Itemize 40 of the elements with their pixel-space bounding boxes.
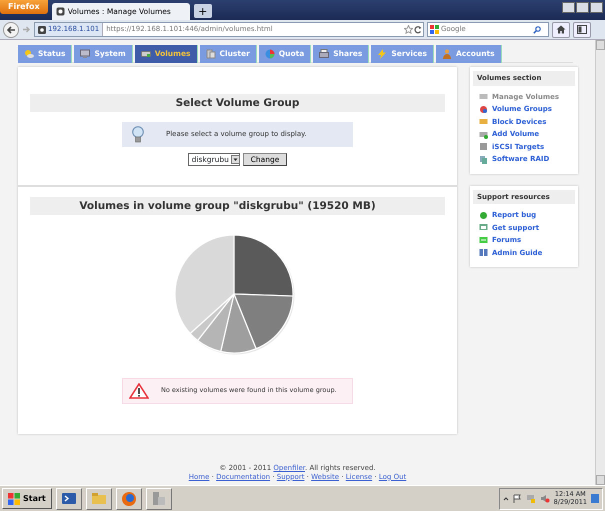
folder-icon [90, 491, 107, 506]
lightning-icon [377, 49, 388, 59]
monitor-icon [80, 49, 90, 59]
powershell-icon [60, 491, 77, 506]
bookmarks-icon [577, 25, 587, 34]
speaker-muted-icon[interactable] [540, 494, 550, 503]
close-button[interactable] [590, 2, 603, 13]
taskbar-button[interactable] [86, 488, 112, 510]
start-button[interactable]: Start [2, 488, 52, 509]
printer-icon [319, 49, 330, 59]
sun-cloud-icon [24, 49, 34, 59]
star-icon[interactable] [404, 25, 413, 34]
section-heading: Select Volume Group [30, 94, 445, 112]
site-identity-icon [38, 26, 46, 34]
search-icon [533, 26, 541, 34]
new-tab-button[interactable]: + [194, 4, 212, 18]
reload-icon[interactable] [413, 25, 423, 34]
minimize-button[interactable] [562, 2, 575, 13]
person-icon [442, 49, 452, 59]
folder-icon [479, 117, 488, 126]
home-icon [556, 25, 566, 34]
page-icon [56, 7, 65, 16]
search-engine-icon [430, 25, 439, 34]
bookmarks-button[interactable] [573, 22, 591, 38]
home-button[interactable] [552, 22, 570, 38]
maximize-button[interactable] [576, 2, 589, 13]
taskbar-button[interactable] [56, 488, 82, 510]
windows-logo-icon [8, 492, 20, 504]
add-drive-icon [479, 130, 488, 139]
back-arrow-icon [6, 24, 16, 34]
pie-icon [264, 49, 275, 59]
warning-icon [129, 383, 149, 399]
copy-icon [479, 154, 488, 164]
section-heading: Volumes in volume group "diskgrubu" (19520 MB) [30, 197, 445, 215]
flag-icon[interactable] [512, 494, 522, 503]
taskbar-button[interactable] [146, 488, 172, 510]
lightbulb-icon [132, 126, 144, 143]
chevron-icon[interactable] [502, 496, 509, 502]
back-button[interactable] [3, 22, 19, 38]
taskbar-button[interactable] [116, 488, 142, 510]
